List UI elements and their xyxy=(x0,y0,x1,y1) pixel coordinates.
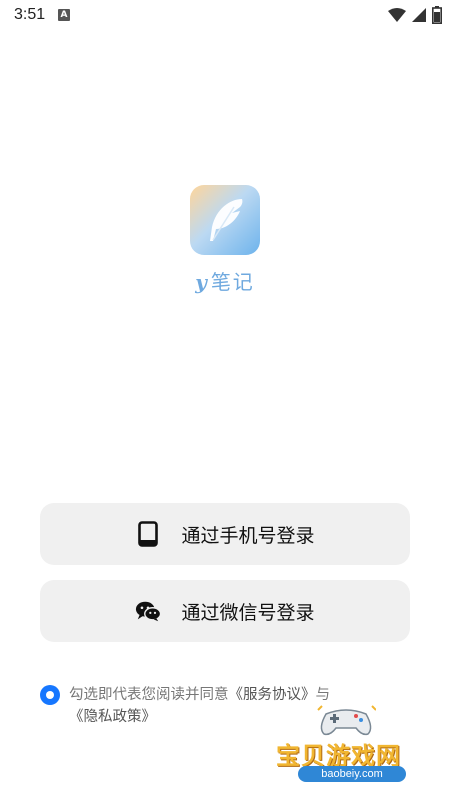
wechat-login-label: 通过微信号登录 xyxy=(181,601,315,624)
agreement-prefix: 勾选即代表您阅读并同意 xyxy=(69,687,229,703)
wechat-login-button[interactable]: 通过微信号登录 xyxy=(40,580,410,642)
phone-login-label: 通过手机号登录 xyxy=(181,524,315,547)
status-time: 3:51 xyxy=(14,6,46,23)
a-notification-icon: A xyxy=(58,9,70,21)
app-name: y 笔记 xyxy=(0,266,450,295)
app-name-prefix: y xyxy=(195,270,209,294)
gamepad-icon xyxy=(317,705,376,736)
app-name-text: 笔记 xyxy=(210,270,255,294)
battery-icon xyxy=(432,6,442,28)
wechat-icon xyxy=(135,598,162,624)
privacy-policy-link[interactable]: 《隐私政策》 xyxy=(69,709,156,725)
wifi-icon xyxy=(388,7,406,27)
feather-logo-icon xyxy=(190,185,260,255)
phone-icon xyxy=(135,521,161,547)
agreement-radio[interactable] xyxy=(40,685,60,705)
signal-icon xyxy=(412,7,426,27)
status-bar: 3:51 A xyxy=(0,0,450,32)
login-screen: 3:51 A y 笔记 通过手机号登录 通过微信号登录 勾选即代表您阅读并同意《… xyxy=(0,0,450,800)
watermark-url: baobeiy.com xyxy=(298,766,406,782)
status-icons xyxy=(388,6,442,28)
phone-login-button[interactable]: 通过手机号登录 xyxy=(40,503,410,565)
watermark: 宝贝游戏网 baobeiy.com xyxy=(276,700,426,790)
